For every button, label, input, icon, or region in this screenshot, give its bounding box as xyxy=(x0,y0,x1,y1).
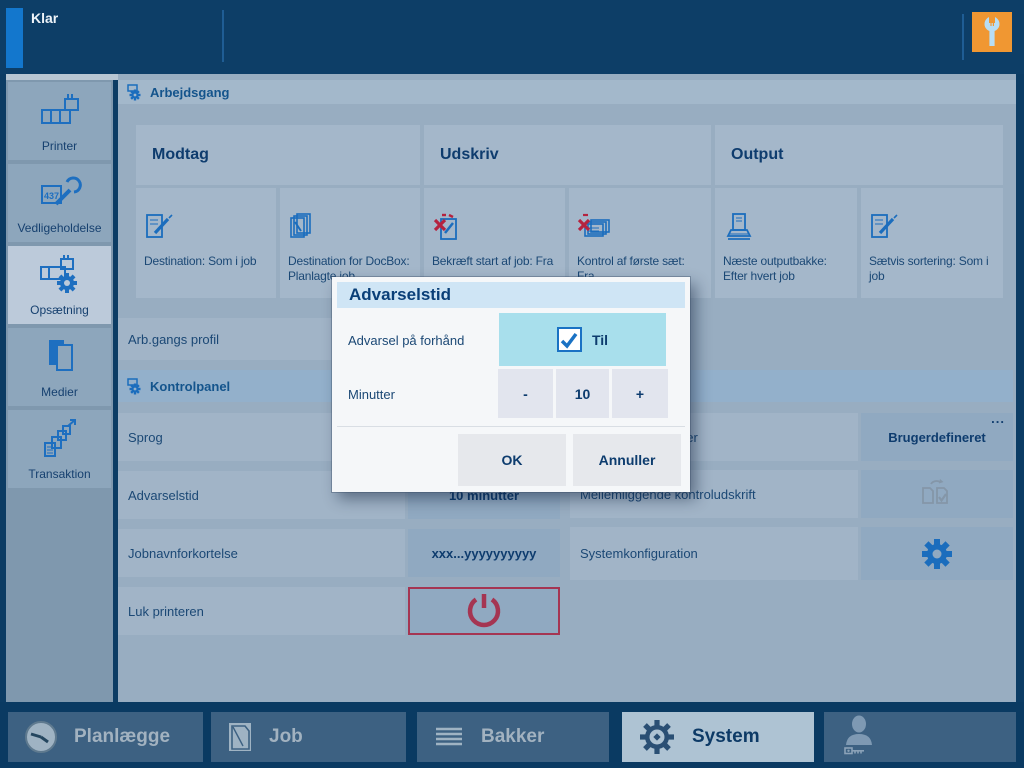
column-header-print: Udskriv xyxy=(424,125,711,185)
default-settings-value: Brugerdefineret xyxy=(888,430,986,445)
shutdown-printer-button[interactable] xyxy=(408,587,560,635)
row-label-shutdown-printer: Luk printeren xyxy=(118,587,405,635)
clock-icon xyxy=(24,720,58,754)
tray-lines-icon xyxy=(433,724,465,750)
dialog-separator xyxy=(337,426,685,427)
nav-tab-trays[interactable]: Bakker xyxy=(417,712,609,762)
copies-check-icon xyxy=(918,477,956,511)
printer-icon xyxy=(8,90,111,132)
sidebar-item-label: Opsætning xyxy=(8,303,111,317)
sidebar-item-media[interactable]: Medier xyxy=(8,328,111,406)
toggle-state-label: Til xyxy=(592,332,608,348)
top-status-bar: Klar xyxy=(0,0,1024,74)
nav-tab-system[interactable]: System xyxy=(622,712,814,762)
card-next-output-tray[interactable]: Næste outputbakke: Efter hvert job xyxy=(715,188,857,298)
card-label: Destination: Som i job xyxy=(144,254,270,269)
card-destination[interactable]: Destination: Som i job xyxy=(136,188,276,298)
card-label: Bekræft start af job: Fra xyxy=(432,254,559,269)
nav-tab-label: Bakker xyxy=(481,726,544,748)
advance-warning-toggle[interactable]: Til xyxy=(499,313,666,366)
sidebar-item-printer[interactable]: Printer xyxy=(8,82,111,160)
sidebar-item-label: Printer xyxy=(8,139,111,153)
ok-button[interactable]: OK xyxy=(458,434,566,486)
column-header-output: Output xyxy=(715,125,1003,185)
minutes-value: 10 xyxy=(556,369,609,418)
dialog-title: Advarselstid xyxy=(337,282,685,308)
nav-tab-login[interactable] xyxy=(824,712,1016,762)
sidebar-item-maintenance[interactable]: 437 Vedligeholdelse xyxy=(8,164,111,242)
workflow-section-title: Arbejdsgang xyxy=(150,85,229,100)
media-pages-icon xyxy=(8,336,111,378)
transaction-pages-icon xyxy=(8,418,111,460)
nav-tab-job[interactable]: Job xyxy=(211,712,406,762)
user-key-icon xyxy=(840,714,884,760)
nav-tab-label: Job xyxy=(269,726,303,748)
setup-gear-icon xyxy=(8,254,111,296)
row-label-jobname-abbreviation: Jobnavnforkortelse xyxy=(118,529,405,577)
status-accent-bar xyxy=(6,8,23,68)
row-label-system-configuration: Systemkonfiguration xyxy=(570,527,858,580)
job-document-icon xyxy=(227,721,253,753)
system-gear-icon xyxy=(638,718,676,756)
doc-edit-icon xyxy=(144,212,270,250)
sidebar-item-label: Medier xyxy=(8,385,111,399)
docbox-icon xyxy=(288,212,414,250)
controlpanel-icon xyxy=(126,378,144,395)
more-options-dots[interactable]: ... xyxy=(991,413,1005,425)
checkbox-checked-icon[interactable] xyxy=(557,327,582,352)
minutes-increment-button[interactable]: + xyxy=(612,369,668,418)
sets-cross-icon xyxy=(577,212,705,250)
gear-icon xyxy=(919,536,955,572)
doc-edit-icon xyxy=(869,212,997,250)
intermediate-check-print-button[interactable] xyxy=(861,470,1013,518)
printer-control-screen: Klar xyxy=(0,0,1024,768)
jobname-abbreviation-value-button[interactable]: xxx...yyyyyyyyyy xyxy=(408,529,560,577)
topbar-divider xyxy=(222,10,224,62)
maintenance-icon: 437 xyxy=(8,172,111,214)
default-settings-value-button[interactable]: Brugerdefineret ... xyxy=(861,413,1013,461)
card-label: Næste outputbakke: Efter hvert job xyxy=(723,254,851,284)
nav-tab-label: System xyxy=(692,726,760,748)
system-configuration-button[interactable] xyxy=(861,527,1013,580)
card-collated-sorting[interactable]: Sætvis sortering: Som i job xyxy=(861,188,1003,298)
printer-status-text: Klar xyxy=(31,10,58,26)
sidebar-item-setup[interactable]: Opsætning xyxy=(8,246,111,324)
output-tray-icon xyxy=(723,212,851,250)
card-label: Sætvis sortering: Som i job xyxy=(869,254,997,284)
wrench-icon xyxy=(979,15,1005,50)
column-header-receive: Modtag xyxy=(136,125,420,185)
advance-warning-label: Advarsel på forhånd xyxy=(348,333,464,348)
topbar-divider xyxy=(962,14,964,60)
workflow-section-header: Arbejdsgang xyxy=(118,80,1016,104)
power-icon xyxy=(464,591,504,631)
nav-tab-schedule[interactable]: Planlægge xyxy=(8,712,203,762)
svg-text:437: 437 xyxy=(44,191,59,201)
doc-cross-icon xyxy=(432,212,559,250)
cancel-button[interactable]: Annuller xyxy=(573,434,681,486)
sidebar-item-label: Transaktion xyxy=(8,467,111,481)
sidebar-item-label: Vedligeholdelse xyxy=(8,221,111,235)
service-tools-button[interactable] xyxy=(972,12,1012,52)
minutes-decrement-button[interactable]: - xyxy=(498,369,553,418)
workflow-icon xyxy=(126,84,144,101)
sidebar-item-transaction[interactable]: Transaktion xyxy=(8,410,111,488)
minutes-label: Minutter xyxy=(348,387,395,402)
nav-tab-label: Planlægge xyxy=(74,726,170,748)
warning-time-dialog: Advarselstid Advarsel på forhånd Til Min… xyxy=(332,277,690,492)
controlpanel-section-title: Kontrolpanel xyxy=(150,379,230,394)
